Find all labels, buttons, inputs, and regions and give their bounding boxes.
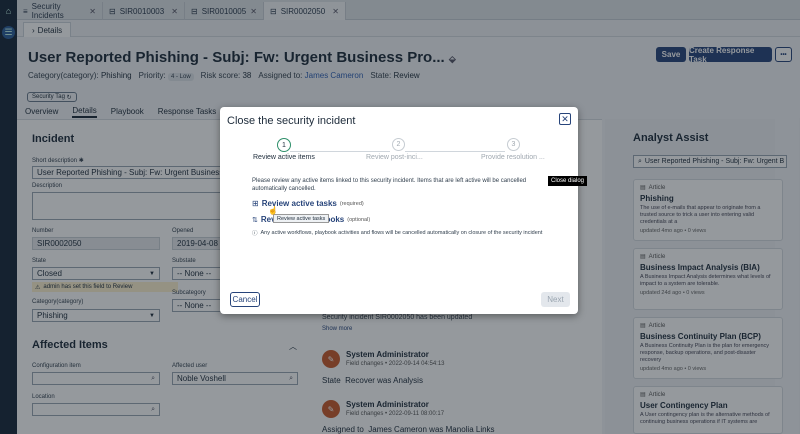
- dialog-title: Close the security incident: [227, 115, 356, 127]
- step-connector: [405, 151, 505, 152]
- cursor-icon: ☝: [268, 206, 278, 215]
- tooltip: Review active tasks: [273, 214, 330, 223]
- next-button[interactable]: Next: [541, 292, 570, 307]
- flow-icon: ⇅: [252, 216, 258, 224]
- optional-note: (optional): [347, 216, 371, 223]
- step-1-indicator: 1: [277, 138, 291, 152]
- close-dialog-tooltip: Close dialog: [548, 176, 588, 186]
- info-icon: ⓘ: [252, 231, 258, 237]
- step-1-label: Review active items: [253, 154, 315, 161]
- close-icon[interactable]: ✕: [559, 113, 571, 125]
- info-row: ⓘ Any active workflows, playbook activit…: [252, 230, 543, 237]
- required-note: (required): [339, 200, 364, 207]
- grid-icon: ⊞: [252, 199, 259, 208]
- step-connector: [290, 151, 390, 152]
- step-2-label: Review post-inci...: [366, 154, 423, 161]
- step-3-indicator: 3: [507, 138, 520, 151]
- cancel-button[interactable]: Cancel: [230, 292, 260, 307]
- step-3-label: Provide resolution ...: [481, 154, 545, 161]
- step-2-indicator: 2: [392, 138, 405, 151]
- dialog-instructions: Please review any active items linked to…: [252, 178, 527, 192]
